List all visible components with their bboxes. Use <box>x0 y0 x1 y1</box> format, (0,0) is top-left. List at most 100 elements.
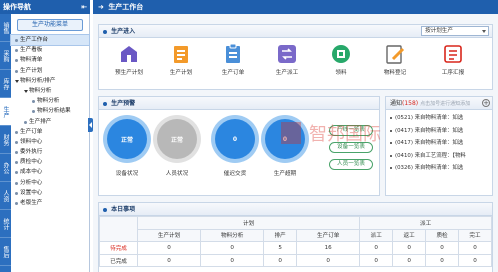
table-cell[interactable]: 16 <box>296 241 361 255</box>
table-cell[interactable]: 5 <box>263 241 298 255</box>
dispatch-icon <box>276 43 298 65</box>
nav-tree-item[interactable]: 分析中心 <box>11 178 89 188</box>
tab-0[interactable]: 销售 <box>0 14 11 42</box>
nav-tree-item[interactable]: 物料分析结果 <box>11 106 89 116</box>
overview-button[interactable]: 人员一览表 <box>329 159 373 170</box>
tree-dot-icon <box>15 191 18 195</box>
quick-entry-item[interactable]: 预生产计划 <box>107 43 151 76</box>
notice-item[interactable]: (0410) 来自工艺流程：【物料 <box>390 150 492 163</box>
table-cell[interactable]: 0 <box>458 241 492 255</box>
table-cell[interactable]: 0 <box>359 253 394 268</box>
pin-icon[interactable]: ⇤ <box>81 0 87 14</box>
nav-tree-label: 设置中心 <box>20 189 43 196</box>
nav-tree-item[interactable]: 物料分析 <box>11 86 89 96</box>
nav-tree-label: 物料分析/排产 <box>20 77 56 84</box>
notice-item[interactable]: (0521) 来自物料清单：如选 <box>390 112 492 125</box>
table-cell[interactable]: 0 <box>296 253 361 268</box>
tree-dot-icon <box>15 140 18 144</box>
tab-7[interactable]: 统计 <box>0 210 11 238</box>
table-cell[interactable]: 0 <box>392 241 427 255</box>
nav-tree-item[interactable]: 委外执行 <box>11 147 89 157</box>
tab-2[interactable]: 库存 <box>0 70 11 98</box>
alert-indicator[interactable]: 正常 人员状况 <box>155 119 199 177</box>
tree-dot-icon <box>15 49 18 53</box>
tab-1[interactable]: 采购 <box>0 42 11 70</box>
nav-tree-label: 生产工作台 <box>20 37 48 43</box>
quick-entry-item[interactable]: 生产计划 <box>159 43 203 76</box>
alert-indicator[interactable]: 正常 设备状况 <box>105 119 149 177</box>
tab-5[interactable]: 办公 <box>0 154 11 182</box>
quick-entry-header: 生产进入 按计划生产 <box>99 25 492 38</box>
table-cell[interactable]: 0 <box>458 253 492 268</box>
quick-entry-label: 预生产计划 <box>115 70 143 76</box>
table-cell[interactable]: 0 <box>136 241 202 255</box>
quick-entry-item[interactable]: 生产订单 <box>211 43 255 76</box>
nav-tree-item[interactable]: 成本中心 <box>11 167 89 177</box>
table-corner <box>99 215 138 243</box>
bullet-icon <box>103 207 107 212</box>
alert-indicator[interactable]: 0 生产超期 <box>263 119 307 177</box>
overview-button[interactable]: 产线一览表 <box>329 125 373 136</box>
notice-item[interactable]: (0417) 来自物料清单：如选 <box>390 125 492 138</box>
nav-tree-item[interactable]: 生产看板 <box>11 45 89 55</box>
table-cell[interactable]: 0 <box>392 253 427 268</box>
notice-item[interactable]: (0417) 来自物料清单：如选 <box>390 137 492 150</box>
table-cell[interactable]: 0 <box>263 253 298 268</box>
alert-label: 设备状况 <box>115 171 139 177</box>
nav-title-bar: 操作导航 ⇤ <box>0 0 90 14</box>
tab-6[interactable]: 人资 <box>0 182 11 210</box>
table-cell[interactable]: 0 <box>136 253 202 268</box>
nav-tree-label: 生产看板 <box>20 47 43 54</box>
column-header: 质检 <box>425 228 460 243</box>
nav-tree-item[interactable]: 生产计划 <box>11 66 89 76</box>
alert-circles: 正常 设备状况 正常 人员状况 0 催迟交货 0 生产超期 <box>105 119 335 191</box>
tree-dot-icon <box>15 39 18 42</box>
nav-tree-item[interactable]: 物料分析 <box>11 96 89 106</box>
notice-panel: 通知(158) 点击加号进行通知添加 + (0521) 来自物料清单：如选 (04… <box>385 96 493 196</box>
tab-8[interactable]: 售后 <box>0 238 11 266</box>
nav-tree-label: 生产计划 <box>20 67 43 74</box>
table-cell[interactable]: 0 <box>200 253 265 268</box>
tree-dot-icon <box>15 202 18 205</box>
notice-item[interactable]: (0326) 来自物料清单：如选 <box>390 162 492 175</box>
nav-tree-label: 物料分析 <box>29 87 52 94</box>
alert-indicator[interactable]: 0 催迟交货 <box>213 119 257 177</box>
nav-tree-item[interactable]: 生产订单 <box>11 127 89 137</box>
quick-entry-item[interactable]: 生产派工 <box>265 43 309 76</box>
quick-entry-item[interactable]: 领料 <box>319 43 363 76</box>
menu-button[interactable]: 生产功能菜单 <box>17 19 83 31</box>
column-header: 物料分析 <box>200 228 265 243</box>
table-row: 已完成 0 0 0 0 0 0 0 0 <box>99 253 492 268</box>
alert-label: 生产超期 <box>273 171 297 177</box>
tab-4[interactable]: 财务 <box>0 126 11 154</box>
nav-tree-label: 委外执行 <box>20 149 43 156</box>
nav-tree-item[interactable]: 物料分析/排产 <box>11 76 89 86</box>
nav-tree-label: 生产订单 <box>20 128 43 135</box>
nav-tree-item[interactable]: 生产排产 <box>11 117 89 127</box>
alert-value: 正常 <box>170 136 183 144</box>
quick-entry-item[interactable]: 工序汇报 <box>431 43 475 76</box>
quick-entry-item[interactable]: 物料登记 <box>373 43 417 76</box>
nav-tree-item[interactable]: 老版生产 <box>11 198 89 208</box>
plan-mode-select[interactable]: 按计划生产 <box>421 26 489 36</box>
table-cell[interactable]: 0 <box>425 241 460 255</box>
nav-tree-item[interactable]: 领料中心 <box>11 137 89 147</box>
table-cell[interactable]: 0 <box>425 253 460 268</box>
production-alert-panel: 生产预警 正常 设备状况 正常 人员状况 0 催迟交货 0 生产超期 产线一览表 设备一览表 人员… <box>98 96 380 196</box>
nav-panel: 生产功能菜单 生产工作台 生产看板 物料清单 生产计划 物料分析/排产 物料分析 物料分析物… <box>10 14 90 272</box>
notice-list: (0521) 来自物料清单：如选 (0417) 来自物料清单：如选 (0417) 来… <box>386 110 492 175</box>
nav-tree-item[interactable]: 质检中心 <box>11 157 89 167</box>
column-header: 生产订单 <box>296 228 361 243</box>
nav-tree-item[interactable]: 物料清单 <box>11 55 89 65</box>
nav-tree-item[interactable]: 生产工作台 <box>10 33 90 47</box>
add-notice-icon[interactable]: + <box>482 99 490 107</box>
nav-tree-label: 物料分析 <box>37 98 60 105</box>
tab-3[interactable]: 生产 <box>0 98 11 126</box>
nav-tree-label: 物料分析结果 <box>37 108 71 115</box>
nav-tree-label: 生产排产 <box>29 118 52 125</box>
table-cell[interactable]: 0 <box>359 241 394 255</box>
main-area: ➜ 生产工作台 生产进入 按计划生产 预生产计划 生产计划 生产订单 生产派工 领料 物料… <box>93 0 498 272</box>
nav-tree-item[interactable]: 设置中心 <box>11 188 89 198</box>
table-cell[interactable]: 0 <box>200 241 265 255</box>
overview-button[interactable]: 设备一览表 <box>329 142 373 153</box>
